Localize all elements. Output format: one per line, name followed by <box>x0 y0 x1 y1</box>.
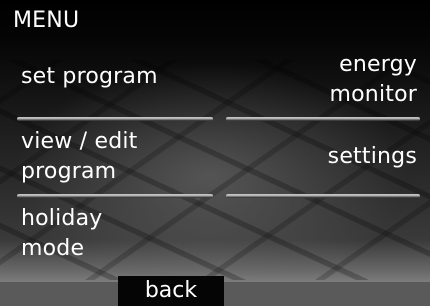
view-edit-program-button[interactable]: view / edit program <box>21 127 138 187</box>
menu-title: MENU <box>13 8 80 33</box>
holiday-label-line1: holiday <box>21 206 103 231</box>
divider-right-2 <box>226 194 420 198</box>
energy-monitor-label-line1: energy <box>339 52 417 77</box>
holiday-mode-button[interactable]: holiday mode <box>21 204 103 264</box>
energy-monitor-label-line2: monitor <box>329 82 417 107</box>
energy-monitor-button[interactable]: energy monitor <box>330 50 417 110</box>
holiday-label-line2: mode <box>21 236 85 261</box>
divider-left-2 <box>17 194 213 198</box>
divider-right-1 <box>226 117 420 121</box>
back-button[interactable]: back <box>118 276 224 306</box>
menu-screen: MENU set program energy monitor view / e… <box>0 0 430 306</box>
divider-left-1 <box>17 117 213 121</box>
view-edit-label-line1: view / edit <box>21 129 138 154</box>
view-edit-label-line2: program <box>21 159 117 184</box>
set-program-button[interactable]: set program <box>21 62 158 92</box>
settings-button[interactable]: settings <box>328 142 417 172</box>
